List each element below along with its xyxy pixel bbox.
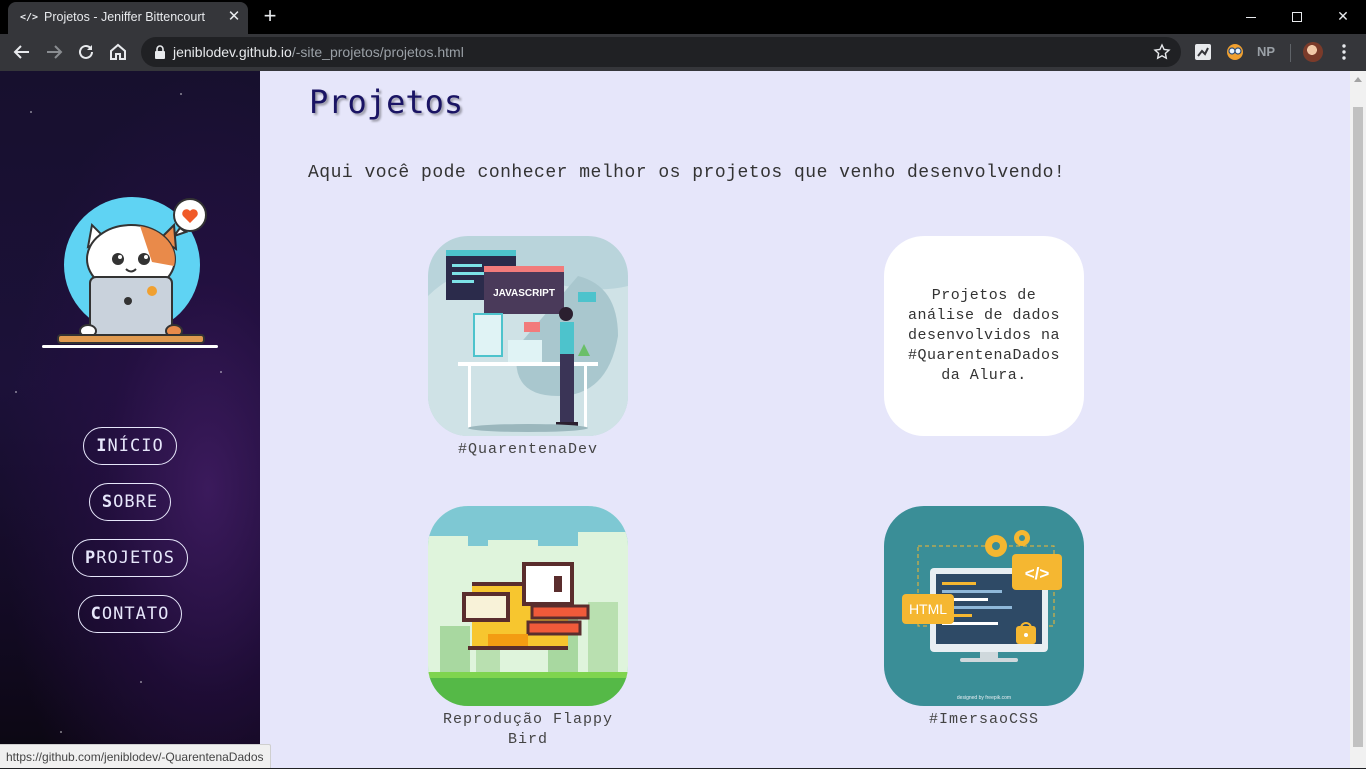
- vertical-scrollbar[interactable]: [1350, 71, 1366, 768]
- star-dot: [180, 93, 182, 95]
- project-caption[interactable]: #QuarentenaDev: [428, 440, 628, 460]
- image-credit: designed by freepik.com: [957, 695, 1011, 701]
- forward-arrow-icon[interactable]: [41, 39, 67, 65]
- home-icon[interactable]: [105, 39, 131, 65]
- restore-window-button[interactable]: [1274, 2, 1320, 30]
- kebab-menu-icon[interactable]: [1336, 42, 1352, 62]
- url-text: jeniblodev.github.io/-site_projetos/proj…: [173, 44, 464, 60]
- back-arrow-icon[interactable]: [9, 39, 35, 65]
- html-css-illustration-image: </> HTML designed by freepik.com: [902, 530, 1062, 701]
- close-window-button[interactable]: ✕: [1320, 2, 1366, 30]
- new-tab-icon[interactable]: +: [258, 5, 282, 29]
- star-dot: [15, 391, 17, 393]
- page-viewport: INÍCIO SOBRE PROJETOS CONTATO Projetos A…: [0, 71, 1350, 768]
- link-status-bar: https://github.com/jeniblodev/-Quarenten…: [0, 744, 271, 768]
- tab-title: Projetos - Jeniffer Bittencourt: [44, 10, 205, 24]
- star-dot: [30, 111, 32, 113]
- scroll-up-arrow-icon[interactable]: [1354, 77, 1362, 82]
- code-favicon-icon: </>: [20, 12, 39, 23]
- project-card-flappy-bird[interactable]: [428, 506, 628, 706]
- nav-contato-button[interactable]: CONTATO: [78, 595, 182, 633]
- sidebar: INÍCIO SOBRE PROJETOS CONTATO: [0, 71, 260, 768]
- tab-strip: </> Projetos - Jeniffer Bittencourt ✕ + …: [0, 0, 1366, 34]
- javascript-label: JAVASCRIPT: [493, 288, 555, 299]
- address-bar[interactable]: jeniblodev.github.io/-site_projetos/proj…: [141, 37, 1181, 67]
- star-dot: [60, 731, 62, 733]
- cat-laptop-logo: [42, 197, 218, 348]
- scrollbar-thumb[interactable]: [1353, 107, 1363, 747]
- project-caption[interactable]: #ImersaoCSS: [884, 710, 1084, 730]
- extension-icon[interactable]: [1193, 42, 1213, 62]
- page-title: Projetos: [309, 83, 464, 121]
- reload-icon[interactable]: [73, 39, 99, 65]
- project-card-quarentenadados[interactable]: Projetos de análise de dados desenvolvid…: [884, 236, 1084, 436]
- bookmark-star-icon[interactable]: [1153, 43, 1171, 61]
- nav-sobre-button[interactable]: SOBRE: [89, 483, 171, 521]
- lock-icon[interactable]: [153, 45, 167, 59]
- star-dot: [220, 371, 222, 373]
- glasses-extension-icon[interactable]: [1225, 42, 1245, 62]
- close-tab-icon[interactable]: ✕: [225, 8, 243, 26]
- minimize-window-button[interactable]: [1228, 2, 1274, 30]
- project-description: Projetos de análise de dados desenvolvid…: [907, 287, 1061, 384]
- intro-text: Aqui você pode conhecer melhor os projet…: [308, 163, 1066, 183]
- browser-toolbar: jeniblodev.github.io/-site_projetos/proj…: [0, 34, 1366, 71]
- browser-tab[interactable]: </> Projetos - Jeniffer Bittencourt ✕: [8, 2, 248, 34]
- project-card-quarentenadev[interactable]: JAVASCRIPT: [428, 236, 628, 436]
- np-extension-icon[interactable]: NP: [1257, 42, 1277, 62]
- project-caption[interactable]: Reprodução Flappy Bird: [428, 710, 628, 750]
- toolbar-divider: [1290, 44, 1291, 62]
- html-badge-label: HTML: [909, 601, 947, 617]
- nav-projetos-button[interactable]: PROJETOS: [72, 539, 188, 577]
- developer-illustration-image: JAVASCRIPT: [428, 250, 628, 436]
- code-tag-label: </>: [1025, 564, 1050, 583]
- project-card-imersaocss[interactable]: </> HTML designed by freepik.com: [884, 506, 1084, 706]
- nav-inicio-button[interactable]: INÍCIO: [83, 427, 177, 465]
- profile-avatar[interactable]: [1303, 42, 1323, 62]
- flappy-bird-pixel-image: [428, 506, 628, 706]
- star-dot: [140, 681, 142, 683]
